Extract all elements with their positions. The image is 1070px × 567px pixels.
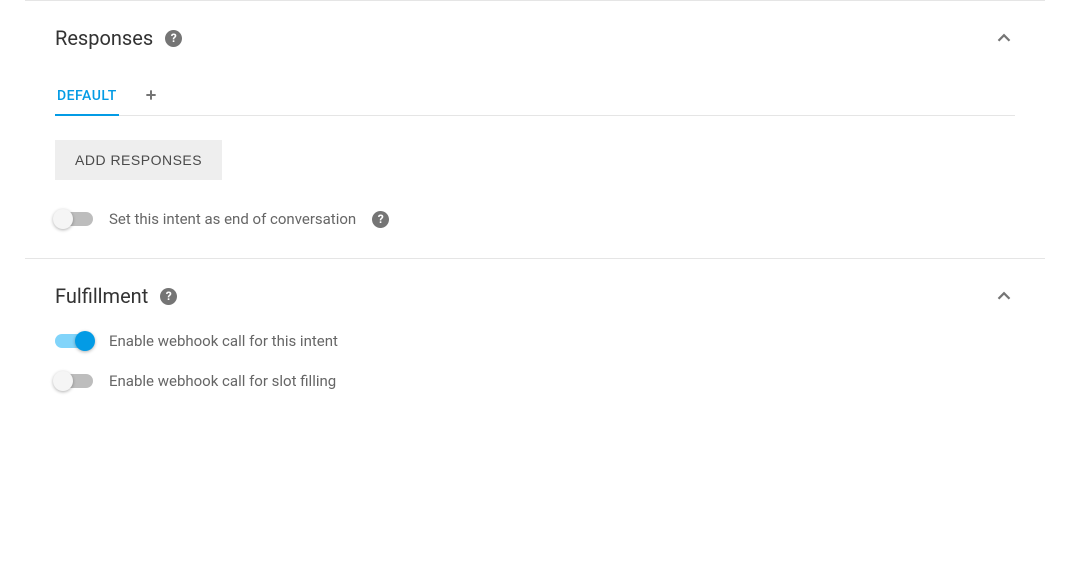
help-icon[interactable]: ? (160, 288, 177, 305)
end-conversation-toggle[interactable] (55, 212, 93, 226)
tab-default[interactable]: DEFAULT (55, 78, 119, 116)
chevron-up-icon[interactable] (993, 27, 1015, 49)
responses-header: Responses ? (55, 26, 1015, 50)
webhook-slot-row: Enable webhook call for slot filling (55, 372, 1015, 390)
responses-title: Responses (55, 26, 153, 50)
webhook-slot-toggle[interactable] (55, 374, 93, 388)
responses-section: Responses ? DEFAULT ADD RESPONSES Set th… (25, 0, 1045, 258)
webhook-intent-toggle[interactable] (55, 334, 93, 348)
webhook-intent-row: Enable webhook call for this intent (55, 332, 1015, 350)
fulfillment-header: Fulfillment ? (55, 284, 1015, 308)
help-icon[interactable]: ? (165, 30, 182, 47)
webhook-slot-label: Enable webhook call for slot filling (109, 372, 336, 390)
add-responses-button[interactable]: ADD RESPONSES (55, 140, 222, 180)
chevron-up-icon[interactable] (993, 285, 1015, 307)
add-tab-button[interactable] (139, 80, 163, 114)
end-conversation-label: Set this intent as end of conversation (109, 210, 356, 228)
help-icon[interactable]: ? (372, 211, 389, 228)
fulfillment-title: Fulfillment (55, 284, 148, 308)
end-conversation-row: Set this intent as end of conversation ? (55, 210, 1015, 228)
webhook-intent-label: Enable webhook call for this intent (109, 332, 338, 350)
fulfillment-section: Fulfillment ? Enable webhook call for th… (25, 258, 1045, 420)
response-tabs: DEFAULT (55, 78, 1015, 116)
